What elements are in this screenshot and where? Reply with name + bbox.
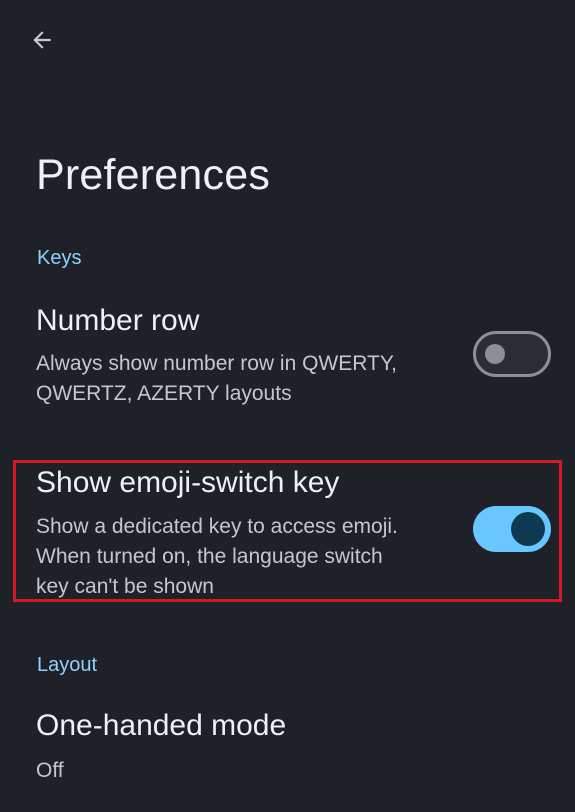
setting-title: One-handed mode	[36, 709, 287, 742]
arrow-left-icon	[33, 31, 51, 49]
toggle-thumb	[511, 512, 545, 546]
setting-description: Show a dedicated key to access emoji. Wh…	[36, 515, 398, 598]
setting-title: Show emoji-switch key	[36, 466, 340, 499]
setting-title: Number row	[36, 304, 200, 337]
setting-value: Off	[36, 759, 64, 782]
setting-description: Always show number row in QWERTY, QWERTZ…	[36, 352, 398, 405]
number-row-toggle[interactable]	[473, 331, 551, 377]
section-header-keys: Keys	[37, 247, 82, 269]
emoji-switch-toggle[interactable]	[473, 506, 551, 552]
setting-emoji-switch-key[interactable]: Show emoji-switch key Show a dedicated k…	[0, 462, 575, 602]
toggle-thumb	[485, 344, 505, 364]
page-title: Preferences	[36, 151, 271, 199]
setting-one-handed-mode[interactable]: One-handed mode Off	[0, 705, 575, 795]
section-header-layout: Layout	[37, 654, 98, 676]
back-button[interactable]	[18, 18, 66, 62]
setting-number-row[interactable]: Number row Always show number row in QWE…	[0, 300, 575, 420]
